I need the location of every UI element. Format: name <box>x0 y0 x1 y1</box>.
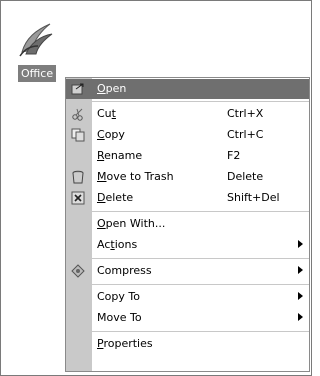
menu-item-label: Delete <box>97 191 134 204</box>
menu-separator <box>92 331 309 332</box>
open-icon <box>71 82 85 96</box>
menu-item-copy[interactable]: Copy Ctrl+C <box>66 125 309 145</box>
menu-item-label: Cut <box>97 107 116 120</box>
menu-item-label: Copy <box>97 128 125 141</box>
office-suite-icon[interactable] <box>16 16 56 60</box>
menu-item-label: Move to Trash <box>97 170 174 183</box>
menu-separator <box>92 101 309 102</box>
trash-icon <box>71 170 85 184</box>
menu-separator <box>92 258 309 259</box>
menu-item-move-to-trash[interactable]: Move to Trash Delete <box>66 167 309 187</box>
menu-item-shortcut: Ctrl+X <box>227 107 264 120</box>
menu-item-shortcut: F2 <box>227 149 241 162</box>
compress-icon <box>71 264 85 278</box>
menu-item-compress[interactable]: Compress <box>66 261 309 281</box>
menu-item-label: Copy To <box>97 290 140 303</box>
menu-item-label: Open <box>97 82 127 95</box>
menu-item-open[interactable]: Open <box>66 79 309 99</box>
menu-item-label: Move To <box>97 311 142 324</box>
submenu-arrow-icon <box>298 266 303 274</box>
context-menu: Open Cut Ctrl+X Copy Ctrl+C Rename F2 Mo… <box>65 77 310 372</box>
menu-item-properties[interactable]: Properties <box>66 334 309 354</box>
menu-item-copy-to[interactable]: Copy To <box>66 287 309 307</box>
menu-item-move-to[interactable]: Move To <box>66 308 309 328</box>
menu-item-label: Compress <box>97 264 152 277</box>
menu-item-delete[interactable]: Delete Shift+Del <box>66 188 309 208</box>
menu-item-label: Open With... <box>97 217 166 230</box>
submenu-arrow-icon <box>298 313 303 321</box>
menu-item-shortcut: Ctrl+C <box>227 128 264 141</box>
submenu-arrow-icon <box>298 292 303 300</box>
menu-item-label: Actions <box>97 238 138 251</box>
menu-item-rename[interactable]: Rename F2 <box>66 146 309 166</box>
menu-item-label: Rename <box>97 149 143 162</box>
desktop-icon-label[interactable]: Office <box>18 65 57 82</box>
menu-item-cut[interactable]: Cut Ctrl+X <box>66 104 309 124</box>
menu-separator <box>92 284 309 285</box>
delete-icon <box>71 191 85 205</box>
menu-item-label: Properties <box>97 337 153 350</box>
menu-item-open-with[interactable]: Open With... <box>66 214 309 234</box>
menu-item-shortcut: Delete <box>227 170 264 183</box>
copy-icon <box>71 128 85 142</box>
menu-separator <box>92 211 309 212</box>
menu-item-actions[interactable]: Actions <box>66 235 309 255</box>
menu-item-shortcut: Shift+Del <box>227 191 280 204</box>
scissors-icon <box>71 107 85 121</box>
submenu-arrow-icon <box>298 240 303 248</box>
